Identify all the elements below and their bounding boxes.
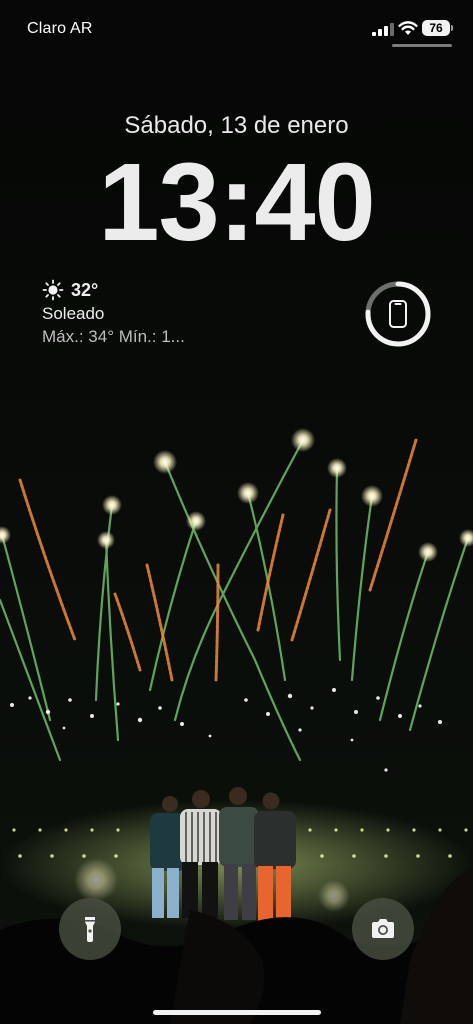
weather-range: Máx.: 34° Mín.: 1... — [42, 327, 185, 346]
lock-time: 13:40 — [98, 141, 375, 264]
weather-temperature-row: 32° — [42, 279, 272, 301]
flashlight-icon — [85, 917, 95, 942]
flashlight-button[interactable] — [59, 898, 121, 960]
weather-temperature: 32° — [71, 279, 99, 300]
camera-button[interactable] — [352, 898, 414, 960]
wifi-icon — [398, 21, 418, 35]
battery-level: 76 — [429, 21, 443, 35]
camera-icon — [372, 919, 394, 938]
battery-status: 76 — [422, 20, 454, 36]
status-bar: Claro AR 76 — [0, 0, 473, 60]
battery-widget[interactable] — [363, 279, 433, 349]
weather-condition: Soleado — [42, 304, 105, 323]
carrier-name: Claro AR — [27, 20, 93, 37]
lock-date: Sábado, 13 de enero — [124, 112, 349, 139]
cellular-signal-icon — [372, 23, 394, 36]
home-indicator[interactable] — [153, 1010, 321, 1015]
phone-icon — [389, 300, 407, 328]
sun-icon — [42, 279, 64, 301]
control-center-grabber[interactable] — [392, 44, 452, 47]
weather-widget[interactable]: 32° Soleado Máx.: 34° Mín.: 1... — [42, 279, 272, 347]
